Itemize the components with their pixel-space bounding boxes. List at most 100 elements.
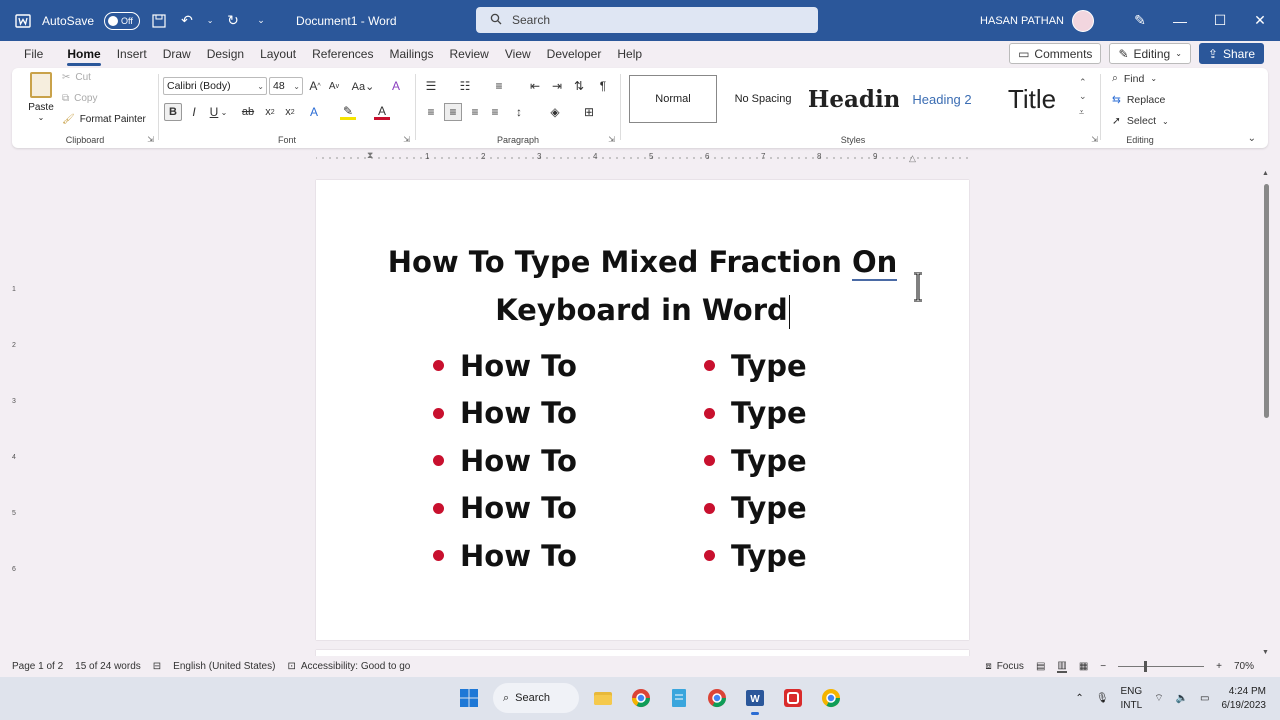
tab-design[interactable]: Design — [199, 41, 252, 67]
word-count[interactable]: 15 of 24 words — [75, 661, 141, 672]
keyboard-language[interactable]: ENG INTL — [1121, 685, 1143, 713]
clear-formatting-icon[interactable]: A — [388, 78, 404, 94]
vertical-scrollbar[interactable]: ▲ ▼ — [1262, 170, 1271, 656]
style-normal[interactable]: Normal — [629, 75, 717, 123]
clock[interactable]: 4:24 PM 6/19/2023 — [1222, 685, 1267, 713]
increase-indent-icon[interactable]: ⇥ — [549, 78, 565, 94]
dialog-launcher-icon[interactable]: ⇲ — [403, 135, 410, 144]
dialog-launcher-icon[interactable]: ⇲ — [147, 135, 154, 144]
vertical-ruler[interactable]: 1 2 3 4 5 6 — [12, 180, 18, 640]
customize-toolbar-icon[interactable]: ⌄ — [252, 12, 270, 30]
list-item[interactable]: Type — [704, 390, 807, 438]
taskbar-search[interactable]: ⌕ Search — [493, 683, 579, 713]
find-button[interactable]: ⌕ Find ⌄ — [1112, 72, 1157, 85]
minimize-icon[interactable]: — — [1160, 0, 1200, 41]
styles-scroll-up-icon[interactable]: ⌃ — [1079, 77, 1087, 88]
maximize-icon[interactable]: ☐ — [1200, 0, 1240, 41]
close-icon[interactable]: ✕ — [1240, 0, 1280, 41]
highlight-color-icon[interactable]: ✎ — [340, 104, 356, 120]
subscript-button[interactable]: x2 — [262, 104, 278, 120]
language-indicator[interactable]: English (United States) — [173, 661, 275, 672]
replace-button[interactable]: ⇆ Replace — [1112, 94, 1165, 106]
strikethrough-button[interactable]: ab — [240, 104, 256, 120]
zoom-slider[interactable] — [1118, 660, 1205, 672]
list-item[interactable]: How To — [433, 485, 577, 533]
share-button[interactable]: ⇪ Share — [1198, 43, 1264, 64]
editing-mode-button[interactable]: ✎ Editing ⌄ — [1109, 43, 1191, 64]
tab-review[interactable]: Review — [442, 41, 497, 67]
paste-button[interactable]: Paste ⌄ — [28, 72, 54, 122]
show-formatting-marks-icon[interactable]: ¶ — [595, 78, 611, 94]
chrome-alt-icon[interactable] — [817, 684, 845, 712]
indent-marker-icon[interactable]: ⧗ — [367, 150, 373, 161]
change-case-icon[interactable]: Aa⌄ — [350, 78, 376, 94]
list-item[interactable]: How To — [433, 390, 577, 438]
right-indent-marker-icon[interactable]: △ — [909, 153, 916, 164]
autosave-toggle[interactable]: Off — [104, 11, 141, 30]
font-color-icon[interactable]: A — [374, 104, 390, 120]
style-title[interactable]: Title — [987, 75, 1077, 123]
tab-file[interactable]: File — [0, 41, 51, 67]
word-taskbar-icon[interactable]: W — [741, 684, 769, 715]
cut-button[interactable]: ✂ Cut — [62, 72, 91, 83]
align-right-icon[interactable]: ≡ — [467, 104, 483, 120]
styles-scroll-down-icon[interactable]: ⌄ — [1079, 91, 1087, 102]
dialog-launcher-icon[interactable]: ⇲ — [608, 135, 615, 144]
battery-icon[interactable]: ▭ — [1200, 693, 1209, 704]
scrollbar-thumb[interactable] — [1264, 184, 1269, 418]
line-spacing-icon[interactable]: ↕ — [511, 104, 527, 120]
list-item[interactable]: Type — [704, 485, 807, 533]
font-size-select[interactable]: 48 ⌄ — [269, 77, 303, 95]
avatar[interactable] — [1072, 9, 1094, 32]
tab-references[interactable]: References — [304, 41, 381, 67]
sort-icon[interactable]: ⇅ — [571, 78, 587, 94]
tab-layout[interactable]: Layout — [252, 41, 304, 67]
chrome-icon[interactable] — [627, 684, 655, 712]
tab-view[interactable]: View — [497, 41, 539, 67]
wifi-icon[interactable]: ⌔ — [1154, 692, 1163, 705]
scroll-up-icon[interactable]: ▲ — [1262, 170, 1269, 177]
tab-mailings[interactable]: Mailings — [381, 41, 441, 67]
align-left-icon[interactable]: ≡ — [423, 104, 439, 120]
bullets-icon[interactable]: ☰ — [423, 78, 439, 94]
scroll-down-icon[interactable]: ▼ — [1262, 649, 1269, 656]
speaker-icon[interactable]: 🔈 — [1176, 693, 1188, 704]
list-item[interactable]: Type — [704, 437, 807, 485]
user-name[interactable]: HASAN PATHAN — [980, 15, 1064, 27]
recorder-app-icon[interactable] — [779, 684, 807, 712]
zoom-level[interactable]: 70% — [1234, 661, 1254, 672]
tab-draw[interactable]: Draw — [155, 41, 199, 67]
font-name-select[interactable]: Calibri (Body) ⌄ — [163, 77, 267, 95]
read-mode-icon[interactable]: ▤ — [1036, 661, 1045, 672]
notepad-icon[interactable] — [665, 684, 693, 712]
style-no-spacing[interactable]: No Spacing — [719, 75, 807, 123]
undo-icon[interactable]: ↶ — [178, 12, 196, 30]
italic-button[interactable]: I — [186, 104, 202, 120]
shading-icon[interactable]: ◈ — [547, 104, 563, 120]
list-item[interactable]: Type — [704, 342, 807, 390]
chrome-profile-icon[interactable] — [703, 684, 731, 712]
styles-more-icon[interactable]: ⩡ — [1079, 107, 1084, 118]
microphone-icon[interactable]: 🎙 — [1096, 693, 1109, 704]
web-layout-icon[interactable]: ▦ — [1079, 661, 1088, 672]
superscript-button[interactable]: x2 — [282, 104, 298, 120]
save-icon[interactable] — [150, 12, 168, 30]
numbering-icon[interactable]: ☷ — [457, 78, 473, 94]
justify-icon[interactable]: ≡ — [487, 104, 503, 120]
format-painter-button[interactable]: 🖌 Format Painter — [62, 114, 146, 125]
tab-help[interactable]: Help — [609, 41, 650, 67]
document-heading[interactable]: How To Type Mixed Fraction On Keyboard i… — [316, 238, 969, 334]
horizontal-ruler[interactable]: 1 2 3 4 5 6 7 8 9 ⧗ △ — [315, 150, 968, 164]
dialog-launcher-icon[interactable]: ⇲ — [1091, 135, 1098, 144]
chevron-up-icon[interactable]: ⌃ — [1075, 693, 1083, 704]
comments-button[interactable]: ▭ Comments — [1009, 43, 1102, 64]
list-item[interactable]: Type — [704, 532, 807, 580]
style-heading-1[interactable]: Headin — [809, 75, 899, 123]
zoom-slider-thumb[interactable] — [1144, 660, 1148, 672]
collapse-ribbon-icon[interactable]: ⌄ — [1248, 133, 1256, 144]
bold-button[interactable]: B — [164, 103, 182, 121]
multilevel-list-icon[interactable]: ≡ — [491, 78, 507, 94]
align-center-icon[interactable]: ≡ — [444, 103, 462, 121]
decrease-indent-icon[interactable]: ⇤ — [527, 78, 543, 94]
proofing-status[interactable]: ⊟ — [153, 661, 161, 672]
